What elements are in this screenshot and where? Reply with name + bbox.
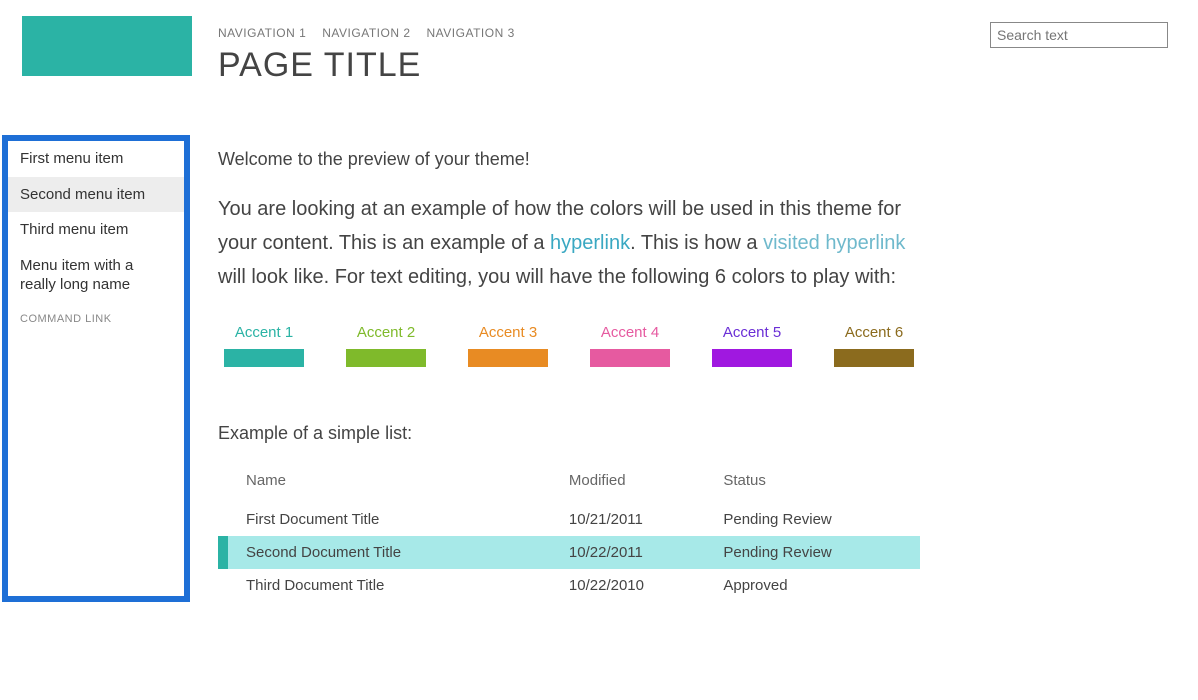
accent-2: Accent 2 (346, 324, 426, 367)
cell-status: Pending Review (695, 503, 920, 536)
theme-description: You are looking at an example of how the… (218, 192, 920, 294)
cell-name: Third Document Title (218, 569, 541, 602)
nav-item-1[interactable]: NAVIGATION 1 (218, 26, 306, 40)
document-list: Name Modified Status First Document Titl… (218, 464, 920, 602)
accent-3: Accent 3 (468, 324, 548, 367)
col-name[interactable]: Name (218, 464, 541, 503)
accent-label: Accent 2 (357, 324, 415, 341)
cell-status: Approved (695, 569, 920, 602)
main-content: Welcome to the preview of your theme! Yo… (190, 135, 950, 602)
accent-label: Accent 6 (845, 324, 903, 341)
table-row[interactable]: Third Document Title10/22/2010Approved (218, 569, 920, 602)
table-body: First Document Title10/21/2011Pending Re… (218, 503, 920, 602)
cell-status: Pending Review (695, 536, 920, 569)
accent-row: Accent 1 Accent 2 Accent 3 Accent 4 Accent 5… (224, 324, 920, 367)
sidebar-item-4[interactable]: Menu item with a really long name (8, 248, 184, 303)
page-title: PAGE TITLE (218, 46, 1198, 85)
cell-name: Second Document Title (218, 536, 541, 569)
example-visited-hyperlink[interactable]: visited hyperlink (763, 232, 905, 254)
accent-label: Accent 1 (235, 324, 293, 341)
accent-1: Accent 1 (224, 324, 304, 367)
sidebar-item-2[interactable]: Second menu item (8, 177, 184, 213)
accent-swatch (712, 349, 792, 367)
site-logo[interactable] (22, 16, 192, 76)
search-input[interactable] (990, 22, 1168, 48)
table-row[interactable]: Second Document Title10/22/2011Pending R… (218, 536, 920, 569)
welcome-text: Welcome to the preview of your theme! (218, 149, 920, 170)
cell-modified: 10/22/2010 (541, 569, 695, 602)
col-modified[interactable]: Modified (541, 464, 695, 503)
para-b: . This is how a (630, 232, 763, 254)
nav-item-2[interactable]: NAVIGATION 2 (322, 26, 410, 40)
table-row[interactable]: First Document Title10/21/2011Pending Re… (218, 503, 920, 536)
list-title: Example of a simple list: (218, 423, 920, 444)
sidebar-item-3[interactable]: Third menu item (8, 212, 184, 248)
cell-modified: 10/22/2011 (541, 536, 695, 569)
accent-swatch (834, 349, 914, 367)
cell-modified: 10/21/2011 (541, 503, 695, 536)
accent-4: Accent 4 (590, 324, 670, 367)
accent-6: Accent 6 (834, 324, 914, 367)
accent-label: Accent 4 (601, 324, 659, 341)
accent-swatch (590, 349, 670, 367)
accent-label: Accent 5 (723, 324, 781, 341)
accent-5: Accent 5 (712, 324, 792, 367)
para-c: will look like. For text editing, you wi… (218, 266, 896, 288)
accent-swatch (224, 349, 304, 367)
table-header-row: Name Modified Status (218, 464, 920, 503)
sidebar-item-1[interactable]: First menu item (8, 141, 184, 177)
nav-item-3[interactable]: NAVIGATION 3 (427, 26, 515, 40)
col-status[interactable]: Status (695, 464, 920, 503)
body: First menu item Second menu item Third m… (0, 135, 1198, 602)
accent-swatch (468, 349, 548, 367)
accent-label: Accent 3 (479, 324, 537, 341)
sidebar-command-link[interactable]: COMMAND LINK (8, 303, 184, 337)
accent-swatch (346, 349, 426, 367)
sidebar: First menu item Second menu item Third m… (2, 135, 190, 602)
example-hyperlink[interactable]: hyperlink (550, 232, 630, 254)
cell-name: First Document Title (218, 503, 541, 536)
